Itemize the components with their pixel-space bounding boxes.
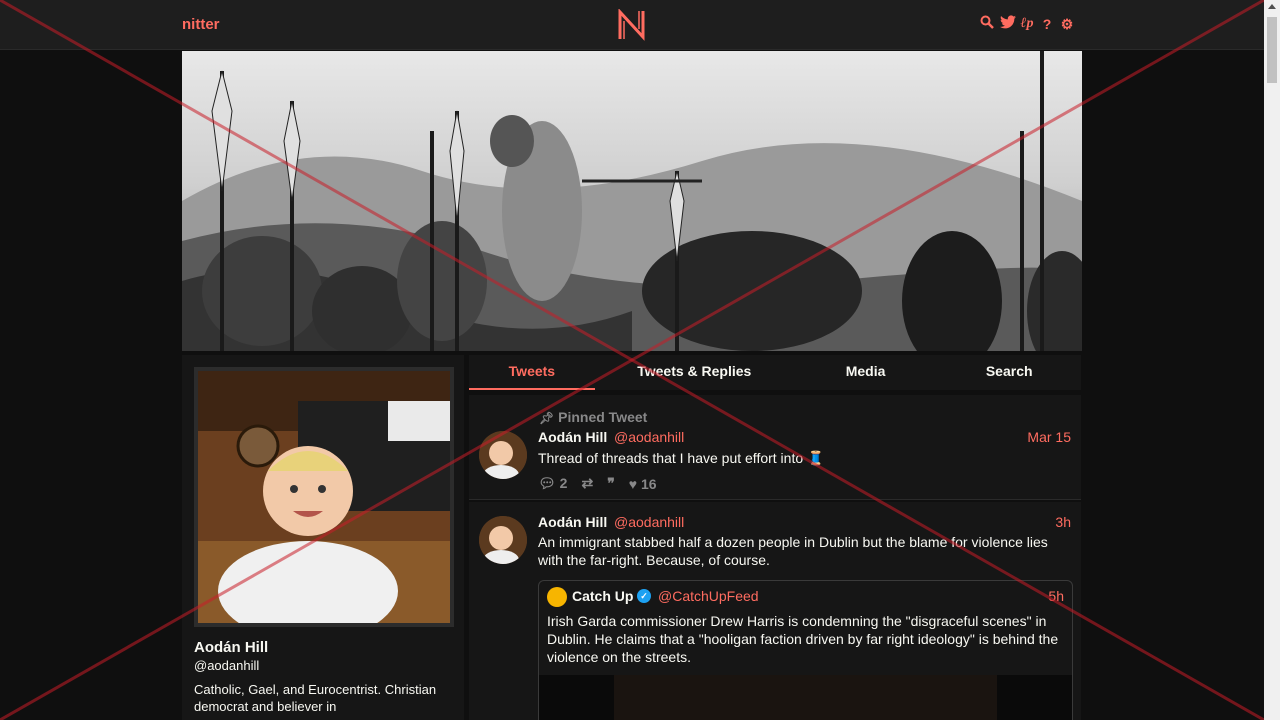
scroll-up-arrow-icon[interactable]: [1268, 4, 1276, 9]
tweet-author-name[interactable]: Aodán Hill: [538, 514, 607, 530]
tweet-text: An immigrant stabbed half a dozen people…: [538, 534, 1048, 568]
tab-tweets-replies[interactable]: Tweets & Replies: [595, 355, 794, 390]
scroll-thumb[interactable]: [1267, 17, 1277, 83]
tweet-date[interactable]: 3h: [1055, 514, 1071, 530]
tweet-date[interactable]: Mar 15: [1027, 429, 1071, 445]
tweet-item[interactable]: 📌︎ Pinned Tweet Aodán Hill @aodanhill Ma…: [469, 395, 1081, 500]
profile-name: Aodán Hill: [194, 639, 269, 656]
tab-tweets[interactable]: Tweets: [469, 355, 595, 390]
verified-badge-icon: ✓: [637, 589, 651, 603]
quote-icon[interactable]: ❞: [607, 475, 615, 492]
quote-author-handle[interactable]: @CatchUpFeed: [658, 588, 759, 604]
twitter-bird-icon[interactable]: [1000, 15, 1016, 33]
tweet-author-name[interactable]: Aodán Hill: [538, 429, 607, 445]
quote-media-image: [614, 675, 997, 720]
quote-date[interactable]: 5h: [1048, 588, 1064, 604]
tab-media[interactable]: Media: [794, 355, 938, 390]
profile-card: Aodán Hill @aodanhill Catholic, Gael, an…: [182, 355, 464, 720]
quote-text: Irish Garda commissioner Drew Harris is …: [547, 613, 1059, 665]
timeline-tabs: Tweets Tweets & Replies Media Search: [469, 355, 1081, 390]
search-icon[interactable]: [980, 15, 994, 33]
tweet-author-handle[interactable]: @aodanhill: [614, 429, 684, 445]
reply-stat[interactable]: 💬︎ 2: [538, 475, 567, 492]
top-navbar: nitter ℓp ? ⚙: [0, 0, 1264, 50]
quote-author-name[interactable]: Catch Up: [572, 588, 633, 604]
nitter-logo-icon[interactable]: [617, 9, 647, 41]
tweet-item[interactable]: Aodán Hill @aodanhill 3h An immigrant st…: [469, 502, 1081, 720]
tweet-avatar[interactable]: [479, 516, 527, 564]
tweet-text: Thread of threads that I have put effort…: [538, 450, 825, 466]
tweet-avatar[interactable]: [479, 431, 527, 479]
tweet-stats: 💬︎ 2 ⇄ ❞ ♥ 16: [538, 475, 657, 492]
profile-handle[interactable]: @aodanhill: [194, 658, 259, 673]
quote-avatar[interactable]: [547, 587, 567, 607]
profile-bio: Catholic, Gael, and Eurocentrist. Christ…: [194, 682, 437, 714]
gear-icon[interactable]: ⚙: [1060, 15, 1074, 33]
help-icon[interactable]: ?: [1040, 15, 1054, 33]
heart-icon: ♥: [628, 475, 638, 492]
comment-icon: 💬︎: [538, 475, 556, 491]
tab-search[interactable]: Search: [937, 355, 1081, 390]
quoted-tweet[interactable]: Catch Up ✓ @CatchUpFeed 5h Irish Garda c…: [538, 580, 1073, 720]
retweet-icon[interactable]: ⇄: [581, 475, 593, 492]
profile-banner[interactable]: [182, 51, 1082, 351]
like-stat[interactable]: ♥ 16: [629, 476, 657, 492]
tweet-author-handle[interactable]: @aodanhill: [614, 514, 684, 530]
pinned-label: 📌︎ Pinned Tweet: [539, 409, 648, 425]
profile-avatar[interactable]: [194, 367, 454, 627]
page-scrollbar[interactable]: [1264, 0, 1280, 720]
quote-media[interactable]: [539, 675, 1072, 720]
brand-link[interactable]: nitter: [182, 16, 220, 33]
banner-illustration: [182, 51, 1082, 351]
pin-icon: 📌︎: [539, 411, 555, 425]
rss-icon[interactable]: ℓp: [1020, 15, 1034, 33]
baby-photo: [198, 371, 450, 623]
nav-icons: ℓp ? ⚙: [980, 15, 1074, 33]
